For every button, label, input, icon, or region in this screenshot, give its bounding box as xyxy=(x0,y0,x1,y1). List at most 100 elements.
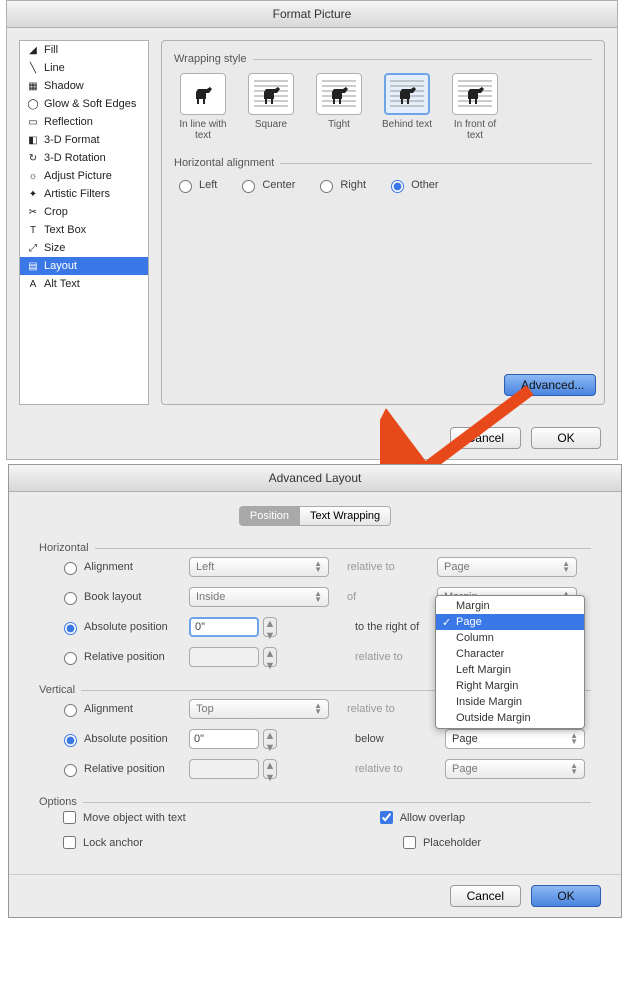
alttext-icon: A xyxy=(26,277,40,291)
lock-anchor-checkbox[interactable] xyxy=(63,836,76,849)
cancel-button[interactable]: Cancel xyxy=(450,885,521,907)
glow-icon: ◯ xyxy=(26,97,40,111)
sidebar-item-size[interactable]: ⤢ Size xyxy=(20,239,148,257)
sidebar-item-label: Line xyxy=(44,62,65,74)
sidebar-item-crop[interactable]: ✂ Crop xyxy=(20,203,148,221)
halign-other[interactable]: Other xyxy=(386,177,439,193)
ok-button[interactable]: OK xyxy=(531,885,601,907)
sidebar-item-adjust-picture[interactable]: ☼Adjust Picture xyxy=(20,167,148,185)
wrap-option-in-line-with-text[interactable]: In line with text xyxy=(174,73,232,141)
wrap-option-square[interactable]: Square xyxy=(242,73,300,141)
reflection-icon: ▭ xyxy=(26,115,40,129)
sidebar-item-glow-soft-edges[interactable]: ◯ Glow & Soft Edges xyxy=(20,95,148,113)
sidebar-item-3-d-format[interactable]: ◧3-D Format xyxy=(20,131,148,149)
sidebar-item-label: Glow & Soft Edges xyxy=(44,98,136,110)
wrap-label: In front of text xyxy=(446,119,504,141)
halign-radios: Left Center Right Other xyxy=(174,177,592,193)
sidebar-item-artistic-filters[interactable]: ✦ Artistic Filters xyxy=(20,185,148,203)
sidebar-item-label: Shadow xyxy=(44,80,84,92)
ok-button[interactable]: OK xyxy=(531,427,601,449)
sidebar-item-label: 3-D Rotation xyxy=(44,152,106,164)
sidebar-item-line[interactable]: ╲ Line xyxy=(20,59,148,77)
v-alignment-select[interactable]: Top▲▼ xyxy=(189,699,329,719)
category-sidebar: ◢Fill ╲ Line ▦ Shadow ◯ Glow & Soft Edges ▭ Refl… xyxy=(19,40,149,405)
filters-icon: ✦ xyxy=(26,187,40,201)
tabs: Position Text Wrapping xyxy=(39,506,591,526)
dropdown-option-left-margin[interactable]: Left Margin xyxy=(436,662,584,678)
h-alignment-rel-select[interactable]: Page▲▼ xyxy=(437,557,577,577)
layout-panel: Wrapping style In line with textSquare Ti… xyxy=(161,40,605,405)
dropdown-option-column[interactable]: Column xyxy=(436,630,584,646)
dropdown-option-outside-margin[interactable]: Outside Margin xyxy=(436,710,584,726)
sidebar-item-label: Crop xyxy=(44,206,68,218)
allow-overlap-checkbox[interactable] xyxy=(380,811,393,824)
dropdown-option-inside-margin[interactable]: Inside Margin xyxy=(436,694,584,710)
wrap-icon xyxy=(248,73,294,115)
sidebar-item-reflection[interactable]: ▭ Reflection xyxy=(20,113,148,131)
dropdown-option-margin[interactable]: Margin xyxy=(436,598,584,614)
halign-right[interactable]: Right xyxy=(315,177,366,193)
h-absolute-radio[interactable] xyxy=(64,622,77,635)
cancel-button[interactable]: Cancel xyxy=(450,427,521,449)
textbox-icon: T xyxy=(26,223,40,237)
halign-left[interactable]: Left xyxy=(174,177,217,193)
advanced-button[interactable]: Advanced... xyxy=(504,374,596,396)
h-relative-radio[interactable] xyxy=(64,652,77,665)
wrap-label: Tight xyxy=(310,119,368,141)
tab-text-wrapping[interactable]: Text Wrapping xyxy=(300,506,391,526)
h-book-select[interactable]: Inside▲▼ xyxy=(189,587,329,607)
wrap-icon xyxy=(180,73,226,115)
wrap-option-behind-text[interactable]: Behind text xyxy=(378,73,436,141)
h-relative-input[interactable] xyxy=(189,647,259,667)
sidebar-item-label: Alt Text xyxy=(44,278,80,290)
vertical-legend: Vertical xyxy=(39,684,75,696)
v-relative-stepper[interactable]: ▲▼ xyxy=(263,759,277,779)
line-icon: ╲ xyxy=(26,61,40,75)
dropdown-option-character[interactable]: Character xyxy=(436,646,584,662)
sidebar-item-label: Layout xyxy=(44,260,77,272)
v-absolute-stepper[interactable]: ▲▼ xyxy=(263,729,277,749)
wrap-option-in-front-of-text[interactable]: In front of text xyxy=(446,73,504,141)
sidebar-item-text-box[interactable]: T Text Box xyxy=(20,221,148,239)
size-icon: ⤢ xyxy=(26,241,40,255)
v-absolute-rel-select[interactable]: Page▲▼ xyxy=(445,729,585,749)
v-relative-input[interactable] xyxy=(189,759,259,779)
sidebar-item-3-d-rotation[interactable]: ↻3-D Rotation xyxy=(20,149,148,167)
placeholder-checkbox[interactable] xyxy=(403,836,416,849)
format-picture-dialog: Format Picture ◢Fill╲Line▦Shadow◯Glow & … xyxy=(6,0,618,460)
v-alignment-radio[interactable] xyxy=(64,704,77,717)
dropdown-option-page[interactable]: ✓Page xyxy=(436,614,584,630)
halign-center[interactable]: Center xyxy=(237,177,295,193)
dropdown-option-right-margin[interactable]: Right Margin xyxy=(436,678,584,694)
layout-icon: ▤ xyxy=(26,259,40,273)
h-alignment-radio[interactable] xyxy=(64,562,77,575)
sidebar-item-alt-text[interactable]: A Alt Text xyxy=(20,275,148,293)
move-object-checkbox[interactable] xyxy=(63,811,76,824)
v-absolute-radio[interactable] xyxy=(64,734,77,747)
tab-position[interactable]: Position xyxy=(239,506,300,526)
rel-dropdown-popup[interactable]: Margin✓PageColumnCharacterLeft MarginRig… xyxy=(435,595,585,729)
sidebar-item-label: Size xyxy=(44,242,65,254)
h-book-radio[interactable] xyxy=(64,592,77,605)
sidebar-item-shadow[interactable]: ▦ Shadow xyxy=(20,77,148,95)
crop-icon: ✂ xyxy=(26,205,40,219)
sidebar-item-layout[interactable]: ▤ Layout xyxy=(20,257,148,275)
h-absolute-input[interactable]: 0" xyxy=(189,617,259,637)
wrap-option-tight[interactable]: Tight xyxy=(310,73,368,141)
box3d-icon: ◧ xyxy=(26,133,40,147)
h-alignment-select[interactable]: Left▲▼ xyxy=(189,557,329,577)
wrap-label: Behind text xyxy=(378,119,436,141)
paint-bucket-icon: ◢ xyxy=(26,43,40,57)
sidebar-item-fill[interactable]: ◢Fill xyxy=(20,41,148,59)
v-relative-radio[interactable] xyxy=(64,764,77,777)
sidebar-item-label: Text Box xyxy=(44,224,86,236)
shadow-icon: ▦ xyxy=(26,79,40,93)
options-legend: Options xyxy=(39,796,77,808)
v-absolute-input[interactable]: 0" xyxy=(189,729,259,749)
wrapping-legend: Wrapping style xyxy=(174,53,247,65)
h-absolute-stepper[interactable]: ▲▼ xyxy=(263,617,277,637)
h-relative-stepper[interactable]: ▲▼ xyxy=(263,647,277,667)
sidebar-item-label: Artistic Filters xyxy=(44,188,110,200)
v-relative-rel-select[interactable]: Page▲▼ xyxy=(445,759,585,779)
sidebar-item-label: Reflection xyxy=(44,116,93,128)
